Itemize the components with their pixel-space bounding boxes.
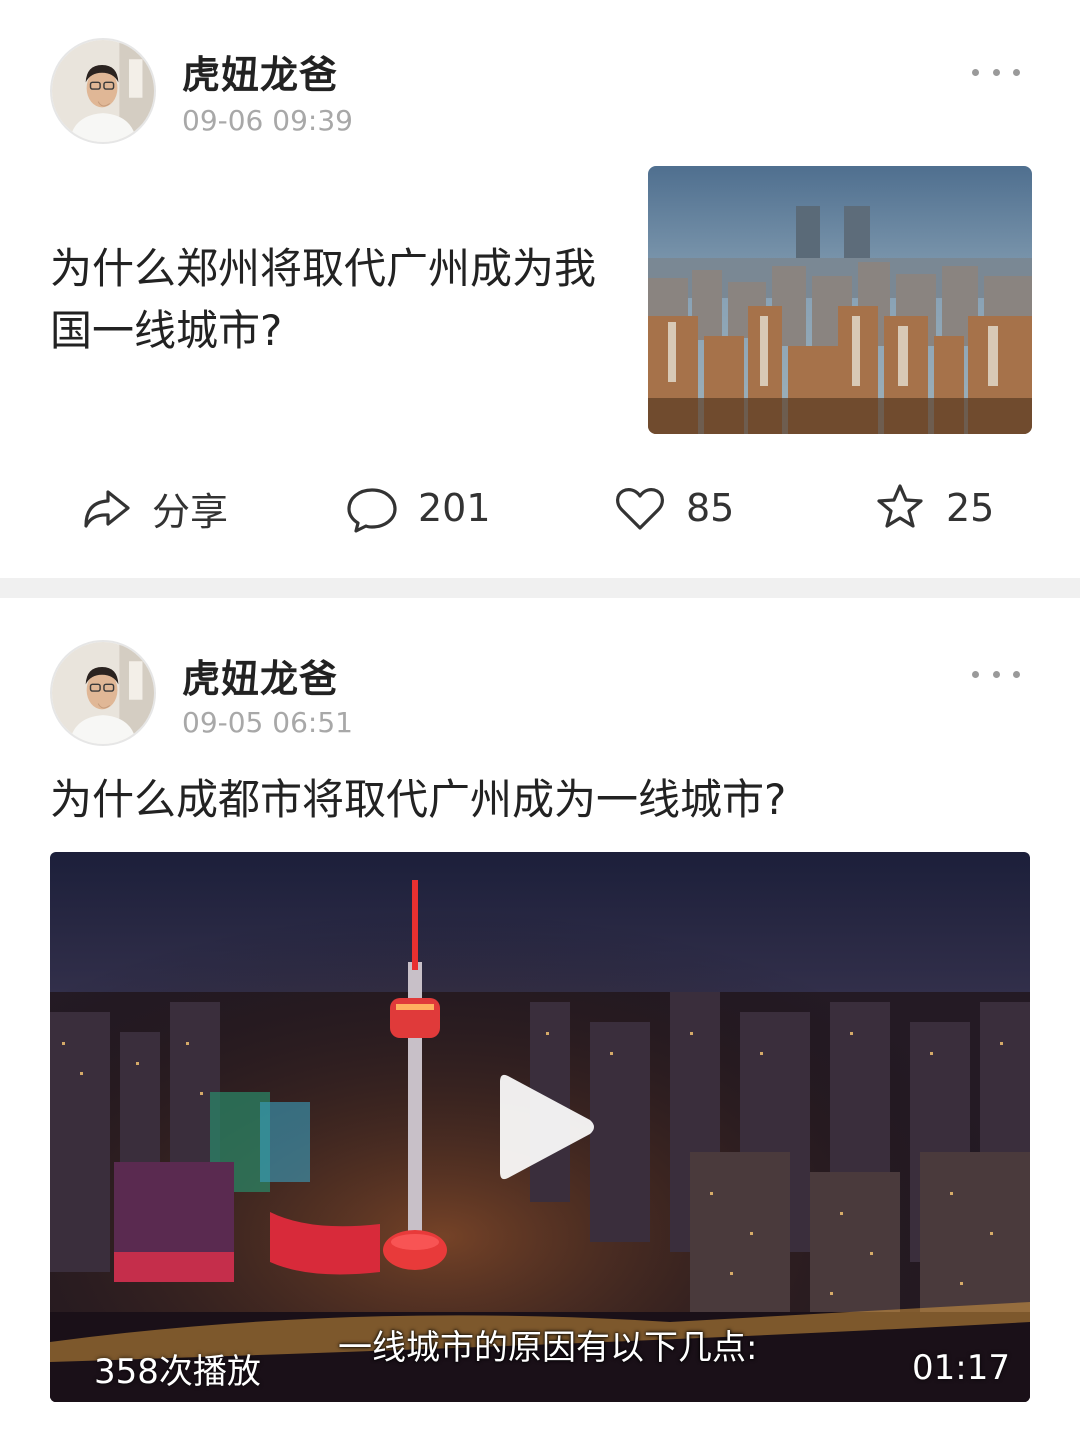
favorite-button[interactable]: 25 [872, 476, 994, 540]
comment-button[interactable]: 201 [344, 476, 491, 540]
post-action-bar: 分享 201 85 25 [0, 476, 1080, 540]
post-title[interactable]: 为什么成都市将取代广州成为一线城市? [50, 770, 786, 830]
author-avatar[interactable] [50, 640, 156, 746]
post-time: 09-05 06:51 [182, 706, 353, 739]
video-subtitle: 一线城市的原因有以下几点: [338, 1328, 758, 1368]
comment-count: 201 [418, 486, 491, 530]
author-name[interactable]: 虎妞龙爸 [182, 648, 338, 703]
post-thumbnail-city-skyline[interactable] [648, 166, 1032, 434]
like-icon [616, 488, 664, 530]
comment-icon [347, 488, 397, 533]
post-time: 09-06 09:39 [182, 104, 353, 137]
author-name[interactable]: 虎妞龙爸 [182, 44, 338, 99]
play-count: 358次播放 [94, 1352, 261, 1392]
like-count: 85 [686, 486, 735, 530]
like-button[interactable]: 85 [612, 476, 734, 540]
video-player[interactable]: 一线城市的原因有以下几点: 358次播放 01:17 [50, 852, 1030, 1402]
feed-post-1[interactable]: 虎妞龙爸 09-06 09:39 为什么郑州将取代广州成为我国一线城市? 分享 … [0, 0, 1080, 578]
share-icon [84, 490, 130, 528]
favorite-count: 25 [946, 486, 995, 530]
post-divider [0, 578, 1080, 598]
more-icon[interactable] [972, 62, 1020, 82]
more-icon[interactable] [972, 664, 1020, 684]
author-avatar[interactable] [50, 38, 156, 144]
post-title[interactable]: 为什么郑州将取代广州成为我国一线城市? [50, 238, 610, 362]
share-button[interactable]: 分享 [78, 476, 228, 540]
play-icon[interactable] [490, 1062, 600, 1192]
video-duration: 01:17 [912, 1348, 1010, 1388]
share-label: 分享 [152, 489, 229, 534]
feed-post-2[interactable]: 虎妞龙爸 09-05 06:51 为什么成都市将取代广州成为一线城市? 一线城市… [0, 598, 1080, 1440]
favorite-icon [877, 484, 923, 528]
